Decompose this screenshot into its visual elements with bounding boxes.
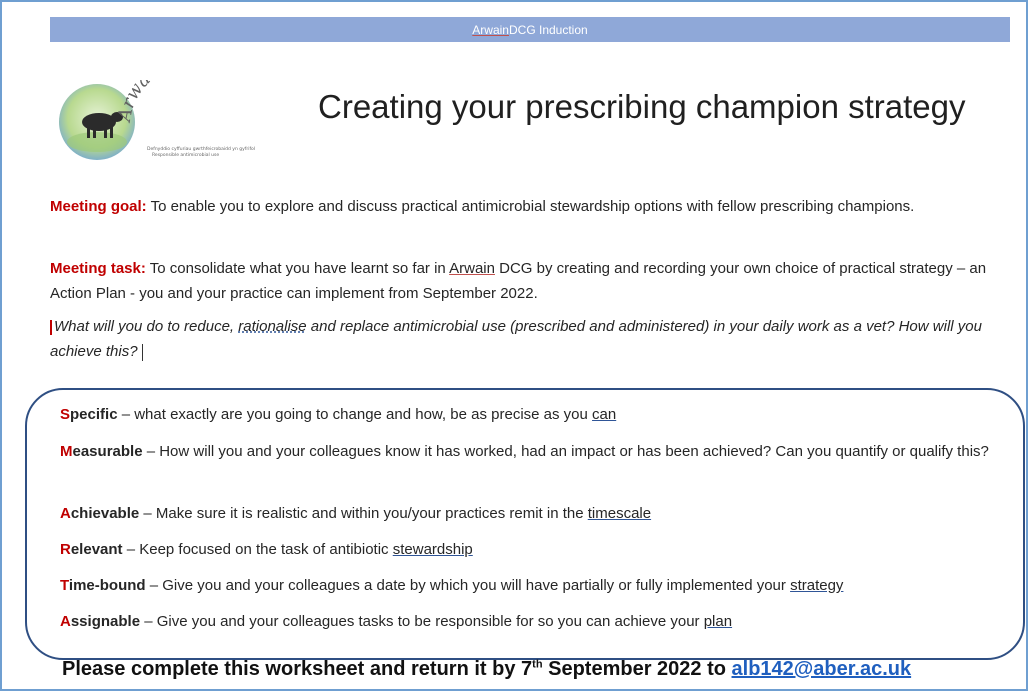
header-brand: Arwain (472, 22, 509, 37)
smart-link-word: stewardship (392, 541, 473, 558)
cattle-in-circle-logo-icon: Arwain DGC Defnyddio cyffuriau gwrthfeic… (59, 50, 255, 160)
question-paragraph[interactable]: What will you do to reduce, rationalise … (50, 314, 1010, 364)
footer-text-before: Please complete this worksheet and retur… (62, 658, 533, 680)
smart-text: – what exactly are you going to change a… (117, 406, 593, 423)
text-cursor-mark (50, 319, 52, 335)
footer-text-after: September 2022 to (542, 658, 732, 680)
smart-text: – Give you and your colleagues tasks to … (140, 613, 704, 630)
meeting-task-label: Meeting task: (50, 260, 146, 277)
logo-tagline-1: Defnyddio cyffuriau gwrthfeicrobaidd yn … (147, 146, 255, 152)
logo-tagline-2: Responsible antimicrobial use (152, 152, 219, 158)
smart-letter: A (60, 505, 71, 522)
smart-text: – Give you and your colleagues a date by… (145, 577, 791, 594)
smart-letter: S (60, 406, 71, 423)
email-link[interactable]: alb142@aber.ac.uk (732, 658, 912, 680)
meeting-goal-label: Meeting goal: (50, 198, 147, 215)
footer-superscript: th (532, 658, 543, 671)
smart-word: elevant (70, 541, 123, 558)
smart-letter: M (60, 443, 73, 460)
smart-item-measurable: Measurable – How will you and your colle… (60, 440, 1000, 464)
smart-text: – Make sure it is realistic and within y… (139, 505, 588, 522)
smart-word: easurable (72, 443, 143, 460)
smart-item-achievable: Achievable – Make sure it is realistic a… (60, 502, 1000, 526)
smart-item-time-bound: Time-bound – Give you and your colleague… (60, 574, 1000, 598)
logo-text: Arwain DGC (114, 50, 218, 125)
smart-word: ime-bound (68, 577, 146, 594)
smart-letter: A (60, 613, 71, 630)
smart-word: ssignable (70, 613, 141, 630)
smart-word: pecific (70, 406, 118, 423)
meeting-task: Meeting task: To consolidate what you ha… (50, 256, 1010, 306)
smart-link-word: timescale (587, 505, 652, 522)
smart-link-word: can (592, 406, 617, 423)
header-text: DCG Induction (508, 22, 588, 37)
meeting-task-brand: Arwain (449, 260, 495, 277)
meeting-goal-text: To enable you to explore and discuss pra… (146, 198, 915, 215)
smart-letter: T (60, 577, 69, 594)
svg-text:Arwain DGC: Arwain DGC (114, 80, 218, 125)
smart-text: – Keep focused on the task of antibiotic (122, 541, 393, 558)
document-header: Arwain DCG Induction (50, 17, 1010, 42)
question-before: What will you do to reduce, (54, 318, 239, 335)
smart-link-word: strategy (790, 577, 844, 594)
smart-letter: R (60, 541, 71, 558)
text-cursor (141, 343, 143, 361)
page-title: Creating your prescribing champion strat… (318, 88, 966, 125)
meeting-task-text-before: To consolidate what you have learnt so f… (145, 260, 450, 277)
arwain-logo: Arwain DGC Defnyddio cyffuriau gwrthfeic… (52, 50, 272, 165)
smart-item-assignable: Assignable – Give you and your colleague… (60, 610, 1000, 634)
smart-item-specific: Specific – what exactly are you going to… (60, 403, 1000, 427)
meeting-goal: Meeting goal: To enable you to explore a… (50, 194, 1010, 219)
smart-word: chievable (70, 505, 140, 522)
smart-link-word: plan (703, 613, 733, 630)
question-underlined-word: rationalise (238, 318, 307, 335)
smart-item-relevant: Relevant – Keep focused on the task of a… (60, 538, 1000, 562)
smart-text: – How will you and your colleagues know … (142, 443, 989, 460)
footer-instruction: Please complete this worksheet and retur… (62, 658, 1022, 681)
